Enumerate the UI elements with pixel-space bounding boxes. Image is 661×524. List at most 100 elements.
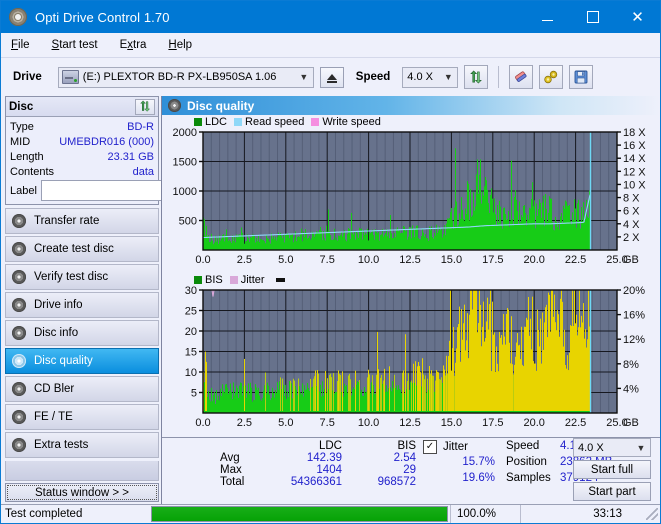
- drive-select[interactable]: (E:) PLEXTOR BD-R PX-LB950SA 1.06 ▼: [57, 66, 314, 88]
- menu-extra-rest: tra: [133, 39, 147, 51]
- menu-file[interactable]: File: [11, 39, 30, 51]
- svg-text:7.5: 7.5: [320, 254, 335, 266]
- svg-text:4%: 4%: [623, 383, 639, 395]
- chart1-legend: LDC Read speed Write speed: [162, 115, 660, 128]
- legend-label-ldc: LDC: [205, 115, 228, 128]
- svg-text:2000: 2000: [173, 128, 197, 139]
- stats-header-row: LDC BIS: [220, 440, 416, 452]
- disc-row-contents-value: data: [132, 165, 154, 178]
- svg-text:6 X: 6 X: [623, 206, 640, 218]
- disc-icon: [168, 99, 181, 112]
- sidebar-item-extra-tests[interactable]: Extra tests: [5, 432, 159, 458]
- menu-start-test-rest: tart test: [59, 39, 98, 51]
- disc-row-mid-key: MID: [10, 135, 31, 148]
- svg-text:20%: 20%: [623, 286, 645, 297]
- sidebar-item-create-test-disc[interactable]: Create test disc: [5, 236, 159, 262]
- table-row: Avg 142.39 2.54: [220, 452, 416, 464]
- start-full-button[interactable]: Start full: [573, 460, 651, 479]
- disc-panel-header: Disc: [6, 97, 158, 117]
- tools-button[interactable]: [539, 65, 564, 89]
- close-button[interactable]: ✕: [615, 1, 660, 33]
- legend-swatch-ldc: [194, 117, 202, 126]
- menu-bar: File Start test Extra Help: [1, 33, 660, 58]
- window-title: Opti Drive Control 1.70: [35, 9, 170, 25]
- speed-select-value: 4.0 X: [407, 71, 433, 83]
- legend-swatch-bis: [194, 275, 202, 284]
- maximize-button[interactable]: [570, 1, 615, 33]
- svg-text:7.5: 7.5: [320, 417, 335, 429]
- stats-ldc-max: 1404: [316, 464, 342, 476]
- tools-icon: [544, 70, 558, 84]
- svg-text:4 X: 4 X: [623, 219, 640, 231]
- disc-refresh-button[interactable]: [135, 98, 155, 115]
- svg-text:22.5: 22.5: [565, 254, 586, 266]
- minimize-button[interactable]: [525, 1, 570, 33]
- drive-label: Drive: [13, 71, 42, 83]
- disc-row-type-key: Type: [10, 120, 34, 133]
- disc-icon: [12, 298, 26, 312]
- sidebar-item-disc-info[interactable]: Disc info: [5, 320, 159, 346]
- bis-jitter-chart: 5 10 15 20 25 30 4% 8% 12% 16% 20% 0.0 2.5 5.0 7.5 10.0…: [162, 285, 660, 434]
- test-speed-select[interactable]: 4.0 X ▼: [573, 438, 651, 457]
- svg-text:2 X: 2 X: [623, 232, 640, 244]
- erase-button[interactable]: [509, 65, 534, 89]
- sidebar-item-label: CD Bler: [34, 383, 75, 395]
- menu-extra[interactable]: Extra: [120, 39, 147, 51]
- disc-rows: Type BD-R MID UMEBDR016 (000) Length 23.…: [6, 117, 242, 204]
- disc-icon: [12, 438, 26, 452]
- sidebar-item-label: Disc quality: [34, 355, 93, 367]
- stats-col-bis: BIS: [397, 440, 416, 452]
- status-message: Test completed: [5, 508, 83, 520]
- disc-row-mid: MID UMEBDR016 (000): [10, 134, 154, 149]
- menu-help[interactable]: Help: [168, 39, 192, 51]
- jitter-checkbox[interactable]: ✓: [423, 440, 437, 454]
- eject-button[interactable]: [319, 66, 344, 88]
- sidebar-item-transfer-rate[interactable]: Transfer rate: [5, 208, 159, 234]
- progress-percent: 100.0%: [450, 505, 520, 523]
- status-window-button[interactable]: Status window > >: [5, 483, 159, 502]
- sidebar-item-label: Transfer rate: [34, 215, 100, 227]
- eject-icon: [326, 74, 337, 83]
- toolbar: Drive (E:) PLEXTOR BD-R PX-LB950SA 1.06 …: [1, 58, 660, 96]
- start-part-button[interactable]: Start part: [573, 482, 651, 501]
- svg-text:8 X: 8 X: [623, 193, 640, 205]
- sidebar-item-cd-bler[interactable]: CD Bler: [5, 376, 159, 402]
- svg-text:20: 20: [185, 326, 197, 338]
- svg-text:15.0: 15.0: [441, 254, 462, 266]
- jitter-max: 19.6%: [462, 472, 495, 484]
- disc-panel-title: Disc: [9, 100, 34, 113]
- disc-row-mid-value: UMEBDR016 (000): [59, 135, 154, 148]
- disc-row-contents-key: Contents: [10, 165, 55, 178]
- progress-bar: [151, 506, 448, 522]
- sidebar-item-label: Verify test disc: [34, 271, 109, 283]
- svg-text:2.5: 2.5: [237, 417, 252, 429]
- sidebar-item-disc-quality[interactable]: Disc quality: [5, 348, 159, 374]
- chart2-legend: BIS Jitter: [162, 273, 660, 286]
- refresh-button[interactable]: [464, 65, 489, 89]
- sidebar-item-label: Extra tests: [34, 439, 89, 451]
- speed-select[interactable]: 4.0 X ▼: [402, 66, 459, 88]
- legend-swatch-read-speed: [234, 117, 243, 126]
- sidebar-item-verify-test-disc[interactable]: Verify test disc: [5, 264, 159, 290]
- stats-ldc-avg: 142.39: [306, 452, 342, 464]
- speed-readout-label: Speed: [506, 440, 540, 452]
- sidebar-item-fe-te[interactable]: FE / TE: [5, 404, 159, 430]
- legend-swatch-jitter: [229, 275, 238, 284]
- sidebar-item-drive-info[interactable]: Drive info: [5, 292, 159, 318]
- svg-text:1000: 1000: [173, 186, 197, 198]
- disc-row-type-value: BD-R: [127, 120, 154, 133]
- window-controls: ✕: [525, 1, 660, 33]
- svg-text:5.0: 5.0: [278, 417, 293, 429]
- svg-text:17.5: 17.5: [482, 417, 503, 429]
- disc-row-length-key: Length: [10, 150, 44, 163]
- save-button[interactable]: [569, 65, 594, 89]
- disc-icon: [12, 326, 26, 340]
- disc-icon: [12, 410, 26, 424]
- sidebar-item-label: FE / TE: [34, 411, 73, 423]
- disc-row-length: Length 23.31 GB: [10, 149, 154, 164]
- ldc-read-speed-chart: 500 1000 1500 2000 2 X4 X6 X8 X 10 X 12 X 14 X1…: [162, 127, 660, 271]
- menu-start-test[interactable]: Start test: [52, 39, 98, 51]
- jitter-toggle[interactable]: ✓ Jitter: [423, 440, 468, 454]
- resize-grip-icon[interactable]: [646, 508, 658, 520]
- stats-col-ldc: LDC: [318, 440, 342, 452]
